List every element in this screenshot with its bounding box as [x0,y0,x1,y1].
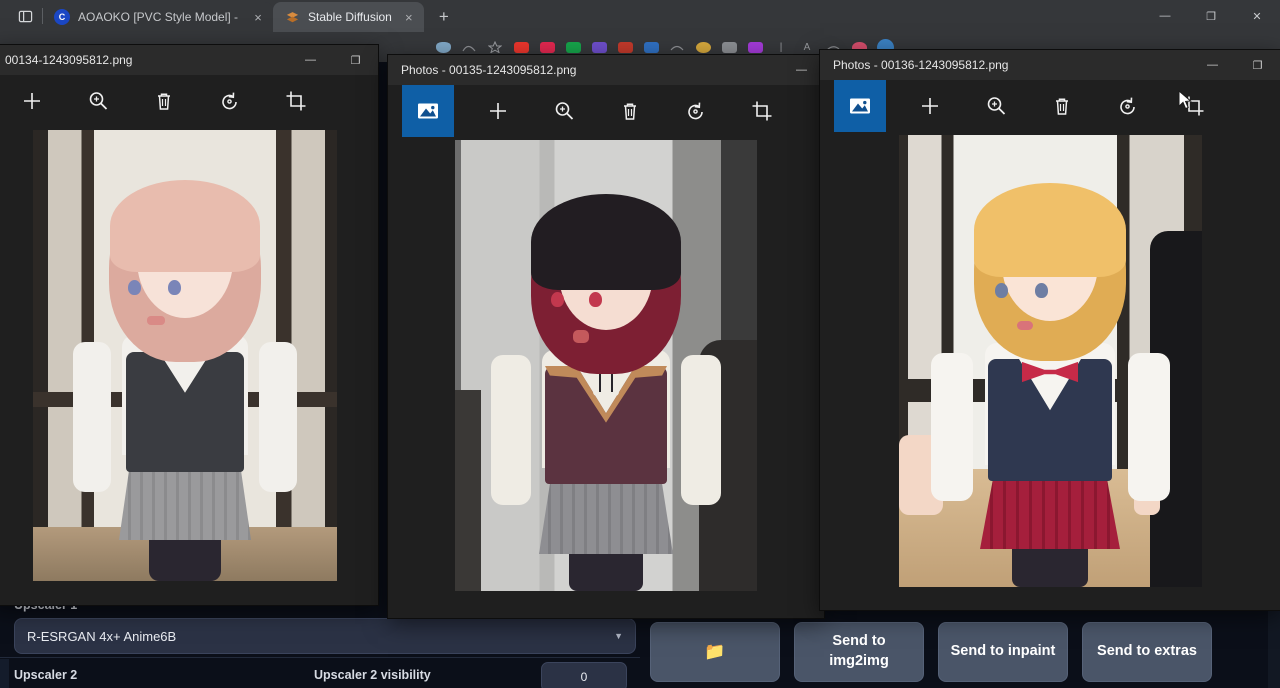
generated-image-00136[interactable] [899,135,1202,587]
upscaler1-selected-value: R-ESRGAN 4x+ Anime6B [27,629,176,644]
tab-list-icon[interactable] [8,0,42,32]
crop-icon[interactable] [736,85,788,137]
photos-window-00136[interactable]: Photos - 00136-1243095812.png — ❐ [820,50,1280,610]
crop-icon[interactable] [1168,80,1220,132]
photos-window-00135-toolbar [388,85,824,137]
stable-diffusion-icon [284,9,300,25]
browser-restore-button[interactable]: ❐ [1188,0,1234,32]
photos-window-00135-title: Photos - 00135-1243095812.png [388,63,576,77]
photos-00135-minimize-button[interactable]: — [779,55,824,85]
photos-window-00136-controls: — ❐ [1190,50,1280,80]
image-view-icon[interactable] [402,85,454,137]
mouse-cursor-icon [1178,90,1194,112]
photos-window-00134-toolbar [0,75,378,127]
generated-image-00135[interactable] [455,140,757,591]
browser-tab-0[interactable]: C AOAOKO [PVC Style Model] - PV × [43,2,273,32]
upscaler2-visibility-input[interactable]: 0 [541,662,627,688]
photos-00136-minimize-button[interactable]: — [1190,50,1235,80]
add-icon[interactable] [472,85,524,137]
add-icon[interactable] [904,80,956,132]
send-to-img2img-button[interactable]: Send to img2img [794,622,924,682]
rotate-icon[interactable] [204,75,256,127]
zoom-icon[interactable] [72,75,124,127]
chevron-down-icon: ▼ [614,631,623,641]
photos-window-00134-canvas [0,127,378,605]
folder-icon: 📁 [704,641,725,664]
photos-window-00135-canvas [388,137,824,618]
send-to-inpaint-button[interactable]: Send to inpaint [938,622,1068,682]
photos-00134-maximize-button[interactable]: ❐ [333,45,378,75]
zoom-icon[interactable] [970,80,1022,132]
image-view-icon[interactable] [834,80,886,132]
photos-window-00136-canvas [820,132,1280,610]
photos-00136-maximize-button[interactable]: ❐ [1235,50,1280,80]
browser-tab-1[interactable]: Stable Diffusion × [273,2,424,32]
generated-image-00134[interactable] [33,130,337,581]
delete-icon[interactable] [138,75,190,127]
photos-window-00134-title: 00134-1243095812.png [0,53,132,67]
photos-window-00134[interactable]: 00134-1243095812.png — ❐ [0,45,378,605]
rotate-icon[interactable] [1102,80,1154,132]
photos-window-00134-titlebar[interactable]: 00134-1243095812.png — ❐ [0,45,378,75]
photos-window-00135-controls: — [779,55,824,85]
new-tab-button[interactable]: + [430,3,458,31]
rotate-icon[interactable] [670,85,722,137]
photos-window-00135-titlebar[interactable]: Photos - 00135-1243095812.png — [388,55,824,85]
delete-icon[interactable] [1036,80,1088,132]
upscaler2-label: Upscaler 2 [14,668,314,682]
delete-icon[interactable] [604,85,656,137]
browser-tab-strip: C AOAOKO [PVC Style Model] - PV × Stable… [0,0,1280,32]
add-icon[interactable] [6,75,58,127]
browser-tab-0-close-icon[interactable]: × [249,8,267,26]
browser-close-button[interactable]: ✕ [1234,0,1280,32]
photos-window-00134-controls: — ❐ [288,45,378,75]
sd-send-button-group: 📁 Send to img2img Send to inpaint Send t… [650,622,1212,682]
photos-window-00135[interactable]: Photos - 00135-1243095812.png — [388,55,824,618]
browser-tab-1-title: Stable Diffusion [308,10,392,24]
crop-icon[interactable] [270,75,322,127]
browser-tab-0-title: AOAOKO [PVC Style Model] - PV [78,10,241,24]
civitai-icon: C [54,9,70,25]
upscaler1-dropdown[interactable]: R-ESRGAN 4x+ Anime6B ▼ [14,618,636,654]
screen-root: C AOAOKO [PVC Style Model] - PV × Stable… [0,0,1280,688]
photos-00134-minimize-button[interactable]: — [288,45,333,75]
open-folder-button[interactable]: 📁 [650,622,780,682]
photos-window-00136-toolbar [820,80,1280,132]
photos-window-00136-title: Photos - 00136-1243095812.png [820,58,1008,72]
send-to-extras-button[interactable]: Send to extras [1082,622,1212,682]
zoom-icon[interactable] [538,85,590,137]
browser-tab-1-close-icon[interactable]: × [400,8,418,26]
photos-window-00136-titlebar[interactable]: Photos - 00136-1243095812.png — ❐ [820,50,1280,80]
sd-left-rail [0,659,9,688]
browser-window-controls: — ❐ ✕ [1142,0,1280,32]
browser-minimize-button[interactable]: — [1142,0,1188,32]
